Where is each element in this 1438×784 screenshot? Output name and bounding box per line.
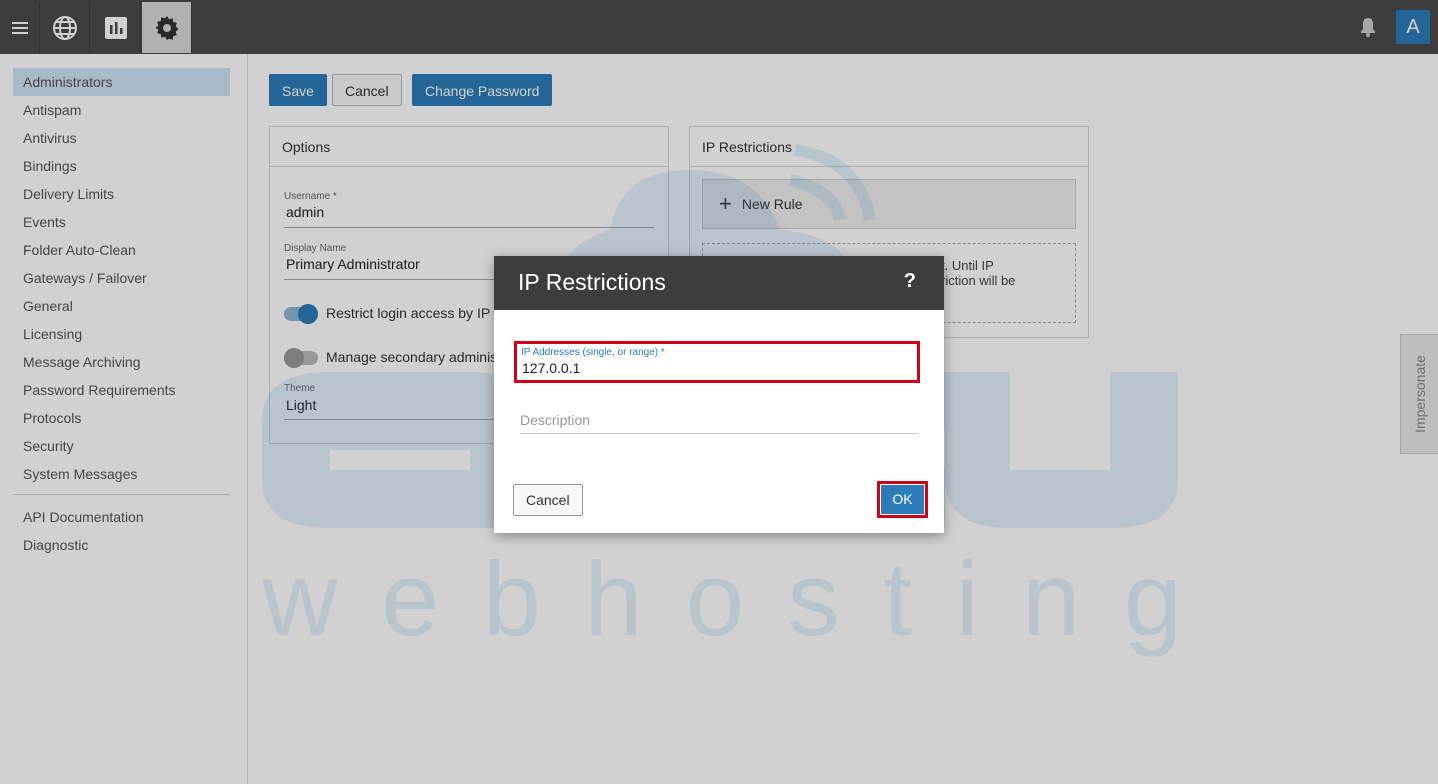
help-button[interactable]: ?: [904, 270, 916, 293]
dialog-header: IP Restrictions ?: [494, 256, 944, 310]
ok-button-highlight: OK: [877, 481, 928, 518]
ip-addresses-input[interactable]: 127.0.0.1: [522, 360, 580, 376]
ip-addresses-field[interactable]: IP Addresses (single, or range) * 127.0.…: [514, 341, 920, 383]
ip-restrictions-dialog: IP Restrictions ? IP Addresses (single, …: [494, 256, 944, 533]
ok-button[interactable]: OK: [881, 485, 924, 514]
description-input[interactable]: Description: [520, 412, 918, 434]
ip-addresses-label: IP Addresses (single, or range) *: [521, 347, 665, 358]
dialog-cancel-button[interactable]: Cancel: [513, 484, 583, 516]
dialog-title: IP Restrictions: [518, 269, 666, 295]
